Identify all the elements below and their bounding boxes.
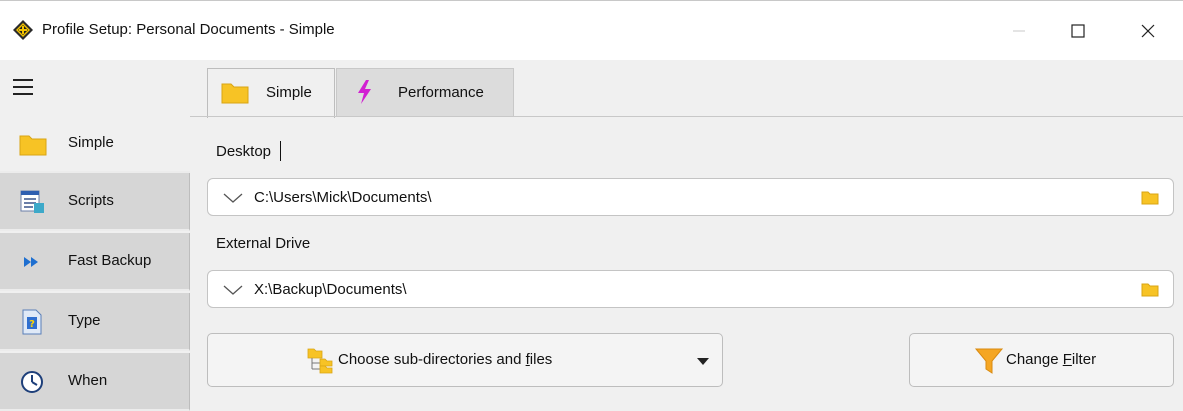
sidebar-item-label: Scripts <box>68 192 114 209</box>
chevron-down-icon[interactable] <box>222 282 244 298</box>
type-doc-icon: ? <box>22 309 42 335</box>
source-path-value: C:\Users\Mick\Documents\ <box>254 189 432 206</box>
window-title: Profile Setup: Personal Documents - Simp… <box>42 21 335 38</box>
source-label: Desktop <box>216 143 272 160</box>
minimize-button[interactable] <box>996 9 1042 53</box>
choose-button-label: Choose sub-directories and files <box>338 351 553 368</box>
lightning-icon <box>358 80 371 104</box>
destination-path-value: X:\Backup\Documents\ <box>254 281 407 298</box>
sidebar-item-type[interactable]: ? Type <box>0 293 190 351</box>
change-filter-button[interactable]: Change Filter <box>909 333 1174 387</box>
maximize-button[interactable] <box>1055 9 1101 53</box>
sidebar-item-label: Fast Backup <box>68 252 152 269</box>
folder-icon <box>221 83 249 104</box>
sidebar-item-label: Type <box>68 312 101 329</box>
dropdown-arrow-icon[interactable] <box>696 357 710 367</box>
minimize-icon <box>1013 30 1025 32</box>
destination-label: External Drive <box>216 235 311 252</box>
title-bar: Profile Setup: Personal Documents - Simp… <box>0 0 1183 60</box>
folder-tree-icon <box>307 348 333 374</box>
maximize-icon <box>1071 24 1085 38</box>
sidebar-item-when[interactable]: When <box>0 353 190 411</box>
svg-text:?: ? <box>29 319 35 330</box>
choose-subdirectories-button[interactable]: Choose sub-directories and files <box>207 333 723 387</box>
source-path-combobox[interactable]: C:\Users\Mick\Documents\ <box>207 178 1174 216</box>
tab-label: Simple <box>266 84 312 101</box>
close-button[interactable] <box>1125 9 1171 53</box>
sidebar-item-scripts[interactable]: Scripts <box>0 173 190 231</box>
hamburger-icon[interactable] <box>12 76 38 98</box>
sidebar: Simple Scripts Fast Backup ? Type When <box>0 60 190 411</box>
text-cursor <box>280 141 281 161</box>
fast-forward-icon <box>24 257 38 267</box>
sidebar-item-simple[interactable]: Simple <box>0 115 190 173</box>
sidebar-item-label: When <box>68 372 108 389</box>
folder-icon <box>19 135 47 156</box>
app-logo-icon <box>13 20 33 40</box>
tab-label: Performance <box>398 84 484 101</box>
sidebar-item-fast-backup[interactable]: Fast Backup <box>0 233 190 291</box>
tab-divider <box>190 116 1183 117</box>
clock-icon <box>21 371 43 393</box>
chevron-down-icon[interactable] <box>222 190 244 206</box>
tab-simple[interactable]: Simple <box>207 68 335 118</box>
change-filter-label: Change Filter <box>1006 351 1097 368</box>
browse-folder-icon[interactable] <box>1141 281 1159 297</box>
close-icon <box>1141 24 1155 38</box>
scripts-icon <box>20 190 44 213</box>
sidebar-item-label: Simple <box>68 134 114 151</box>
filter-funnel-icon <box>974 348 1004 374</box>
destination-path-combobox[interactable]: X:\Backup\Documents\ <box>207 270 1174 308</box>
browse-folder-icon[interactable] <box>1141 189 1159 205</box>
tab-performance[interactable]: Performance <box>336 68 514 116</box>
